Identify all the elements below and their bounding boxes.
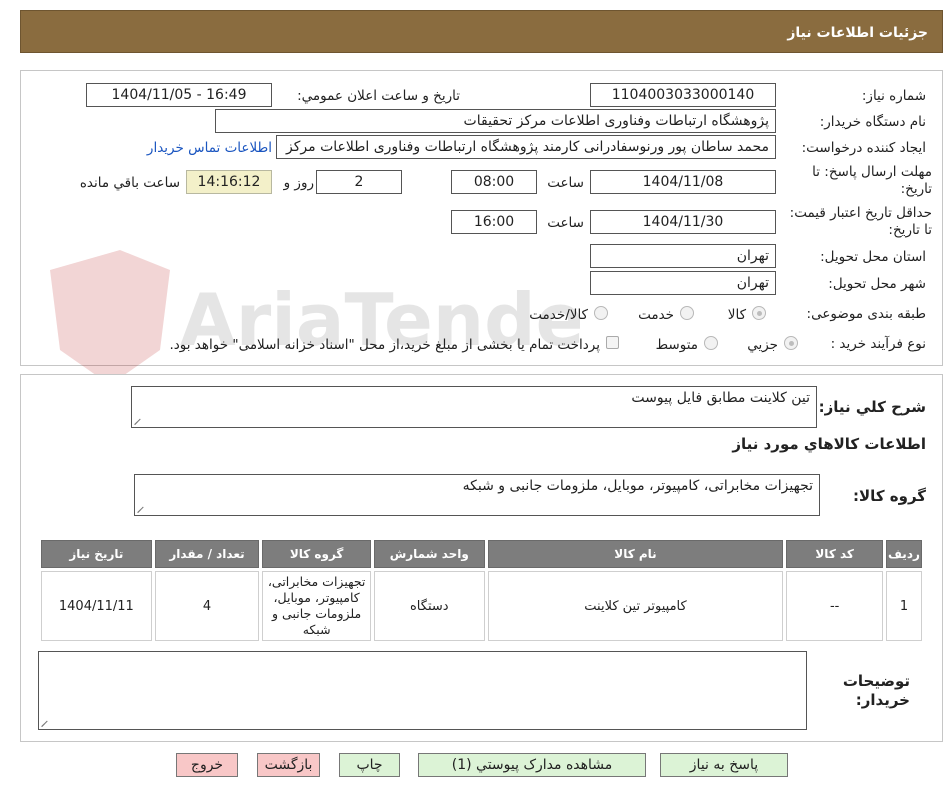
process-type-label: نوع فرآیند خرید : (830, 336, 926, 352)
col-unit: واحد شمارش (373, 540, 485, 568)
col-item-name: نام کالا (487, 540, 784, 568)
validity-date-field[interactable]: 1404/11/30 (590, 210, 776, 234)
goods-group-label: گروه کالا: (853, 487, 926, 505)
page-header: جزئیات اطلاعات نیاز (20, 10, 943, 53)
days-label: روز و (283, 175, 314, 191)
col-item-group: گروه کالا (262, 540, 371, 568)
need-summary-label: شرح کلي نیاز: (818, 398, 926, 416)
col-need-date: تاریخ نیاز (41, 540, 152, 568)
cell-row-number: 1 (885, 571, 922, 641)
page-title: جزئیات اطلاعات نیاز (787, 25, 928, 41)
buyer-contact-link[interactable]: اطلاعات تماس خریدار (140, 140, 272, 156)
creator-label: ایجاد کننده درخواست: (801, 140, 926, 156)
cell-unit: دستگاه (373, 571, 485, 641)
resize-handle-icon[interactable] (135, 417, 143, 425)
validity-time-label: ساعت (547, 215, 584, 231)
need-summary-field[interactable]: تین کلاینت مطابق فایل پیوست (131, 386, 817, 428)
category-radio-goods-service[interactable] (594, 306, 608, 320)
cell-item-code: -- (786, 571, 883, 641)
category-radio-goods[interactable] (752, 306, 766, 320)
cell-item-group: تجهیزات مخابراتی، کامپیوتر، موبایل، ملزو… (262, 571, 371, 641)
need-summary-text: تین کلاینت مطابق فایل پیوست (631, 390, 810, 406)
resize-handle-icon[interactable] (42, 719, 50, 727)
days-field[interactable]: 2 (316, 170, 402, 194)
cell-need-date: 1404/11/11 (41, 571, 152, 641)
announce-date-label: تاریخ و ساعت اعلان عمومي: (297, 88, 460, 104)
goods-group-field[interactable]: تجهیزات مخابراتی، کامپیوتر، موبایل، ملزو… (134, 474, 820, 516)
category-option-goods-service: کالا/خدمت (529, 307, 588, 323)
col-row-number: ردیف (885, 540, 922, 568)
validity-label: حداقل تاریخ اعتبار قیمت: تا تاریخ: (789, 205, 932, 238)
view-attachments-button[interactable]: مشاهده مدارک پیوستي (1) (418, 753, 646, 777)
need-number-label: شماره نیاز: (861, 88, 926, 104)
deadline-time-label: ساعت (547, 175, 584, 191)
exit-button[interactable]: خروج (176, 753, 238, 777)
table-row: 1 -- کامپیوتر تین کلاینت دستگاه تجهیزات … (41, 571, 922, 641)
category-option-service: خدمت (638, 307, 674, 323)
goods-group-text: تجهیزات مخابراتی، کامپیوتر، موبایل، ملزو… (462, 478, 813, 494)
treasury-payment-note: پرداخت تمام یا بخشی از مبلغ خرید،از محل … (169, 337, 600, 353)
province-label: استان محل تحویل: (820, 249, 926, 265)
cell-quantity: 4 (154, 571, 260, 641)
category-radio-service[interactable] (680, 306, 694, 320)
deadline-time-field[interactable]: 08:00 (451, 170, 537, 194)
remaining-time-label: ساعت باقي مانده (79, 175, 180, 191)
cell-item-name: کامپیوتر تین کلاینت (487, 571, 784, 641)
goods-section-title: اطلاعات کالاهاي مورد نیاز (732, 435, 926, 453)
buyer-notes-field[interactable] (38, 651, 807, 730)
city-field[interactable]: تهران (590, 271, 776, 295)
creator-field[interactable]: محمد ساطان پور ورنوسفادرانی کارمند پژوهش… (276, 135, 776, 159)
process-radio-medium[interactable] (704, 336, 718, 350)
buyer-notes-label: توضیحات خریدار: (842, 672, 910, 709)
reply-button[interactable]: پاسخ به نیاز (660, 753, 788, 777)
back-button[interactable]: بازگشت (257, 753, 320, 777)
items-table-wrapper: ردیف کد کالا نام کالا واحد شمارش گروه کا… (38, 537, 928, 644)
treasury-payment-checkbox[interactable] (606, 336, 619, 349)
city-label: شهر محل تحویل: (828, 276, 926, 292)
buyer-org-label: نام دستگاه خریدار: (819, 114, 926, 130)
resize-handle-icon[interactable] (138, 505, 146, 513)
need-number-field[interactable]: 1104003033000140 (590, 83, 776, 107)
process-option-minor: جزیي (747, 337, 778, 353)
buyer-org-field[interactable]: پژوهشگاه ارتباطات وفناوری اطلاعات مرکز ت… (215, 109, 776, 133)
deadline-label: مهلت ارسال پاسخ: تا تاریخ: (812, 164, 932, 197)
validity-time-field[interactable]: 16:00 (451, 210, 537, 234)
process-option-medium: متوسط (655, 337, 698, 353)
announce-date-field[interactable]: 1404/11/05 - 16:49 (86, 83, 272, 107)
process-radio-minor[interactable] (784, 336, 798, 350)
category-label: طبقه بندی موضوعی: (806, 306, 926, 322)
print-button[interactable]: چاپ (339, 753, 400, 777)
col-item-code: کد کالا (786, 540, 883, 568)
province-field[interactable]: تهران (590, 244, 776, 268)
table-header-row: ردیف کد کالا نام کالا واحد شمارش گروه کا… (41, 540, 922, 568)
col-quantity: تعداد / مقدار (154, 540, 260, 568)
items-table: ردیف کد کالا نام کالا واحد شمارش گروه کا… (38, 537, 925, 644)
deadline-date-field[interactable]: 1404/11/08 (590, 170, 776, 194)
category-option-goods: کالا (727, 307, 746, 323)
remaining-time-field: 14:16:12 (186, 170, 272, 194)
